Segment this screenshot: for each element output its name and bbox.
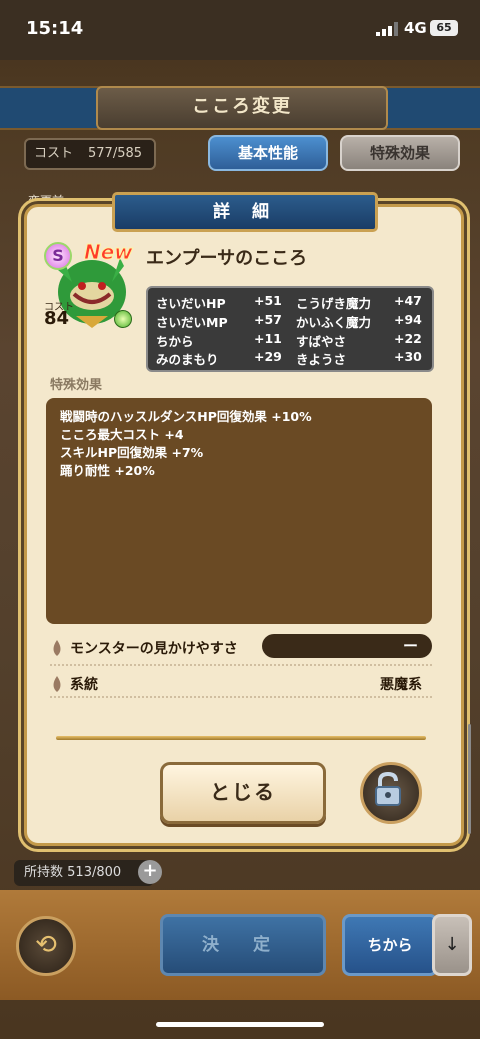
stat-label: すばやさ <box>296 334 347 349</box>
stats-panel: さいだいHP +51 こうげき魔力 +47 さいだいMP +57 かいふく魔力 … <box>146 286 434 372</box>
stat-value: +22 <box>394 331 422 346</box>
owned-value: 513/800 <box>67 865 122 880</box>
cost-label: コスト <box>34 146 74 161</box>
scrollbar[interactable] <box>468 724 471 834</box>
stat-label: さいだいMP <box>156 315 228 330</box>
stat-value: +11 <box>254 331 282 346</box>
list-item: スキルHP回復効果 +7% <box>60 445 204 460</box>
stat-label: こうげき魔力 <box>296 296 372 311</box>
close-button[interactable]: とじる <box>160 762 326 824</box>
network-label: 4G <box>404 19 427 37</box>
owned-label: 所持数 <box>24 865 64 880</box>
family-value: 悪魔系 <box>380 677 422 693</box>
tab-special[interactable]: 特殊効果 <box>340 135 460 171</box>
back-button[interactable]: ⟲ <box>16 916 76 976</box>
stat-value: +57 <box>254 312 282 327</box>
lock-icon <box>375 771 401 806</box>
screen-title: こころ変更 <box>96 86 388 130</box>
dialog-title: 詳 細 <box>112 192 378 232</box>
cost-box: コスト 577/585 <box>24 138 156 170</box>
stat-value: +29 <box>254 349 282 364</box>
tab-basic[interactable]: 基本性能 <box>208 135 328 171</box>
list-item: 戦闘時のハッスルダンスHP回復効果 +10% <box>60 409 312 424</box>
clock: 15:14 <box>26 18 84 39</box>
monster-name: エンプーサのこころ <box>146 248 308 269</box>
owned-count: 所持数 513/800 <box>14 860 154 886</box>
family-label: 系統 <box>70 677 98 693</box>
stat-value: +30 <box>394 349 422 364</box>
stat-value: +47 <box>394 293 422 308</box>
visibility-label: モンスターの見かけやすさ <box>70 641 238 657</box>
element-orb-icon <box>114 310 132 328</box>
stat-label: ちから <box>156 334 194 349</box>
stat-label: みのまもり <box>156 352 219 367</box>
cost-value: 577/585 <box>88 146 143 161</box>
divider <box>50 696 432 698</box>
drop-icon <box>53 676 61 692</box>
sort-order-button[interactable]: ↓ <box>432 914 472 976</box>
special-effects-list[interactable]: 戦闘時のハッスルダンスHP回復効果 +10% こころ最大コスト +4 スキルHP… <box>46 398 432 624</box>
sort-button[interactable]: ちから <box>342 914 438 976</box>
visibility-value: ー <box>262 634 432 658</box>
stat-value: +51 <box>254 293 282 308</box>
ornamental-divider <box>56 736 426 740</box>
home-indicator[interactable] <box>156 1022 324 1027</box>
special-effects-label: 特殊効果 <box>50 378 103 393</box>
list-item: 踊り耐性 +20% <box>60 463 155 478</box>
rank-badge: S <box>44 242 72 270</box>
stat-label: さいだいHP <box>156 296 226 311</box>
new-badge: New <box>84 240 134 265</box>
battery-icon: 65 <box>430 20 458 36</box>
signal-icon <box>376 22 398 36</box>
drop-icon <box>53 640 61 656</box>
add-capacity-button[interactable]: + <box>138 860 162 884</box>
stat-value: +94 <box>394 312 422 327</box>
monster-cost-value: 84 <box>44 308 70 329</box>
lock-button[interactable] <box>360 762 422 824</box>
decide-button[interactable]: 決 定 <box>160 914 326 976</box>
stat-label: かいふく魔力 <box>296 315 372 330</box>
divider <box>50 664 432 666</box>
status-bar: 15:14 4G 65 <box>0 0 480 60</box>
stat-label: きようさ <box>296 352 347 367</box>
list-item: こころ最大コスト +4 <box>60 427 184 442</box>
